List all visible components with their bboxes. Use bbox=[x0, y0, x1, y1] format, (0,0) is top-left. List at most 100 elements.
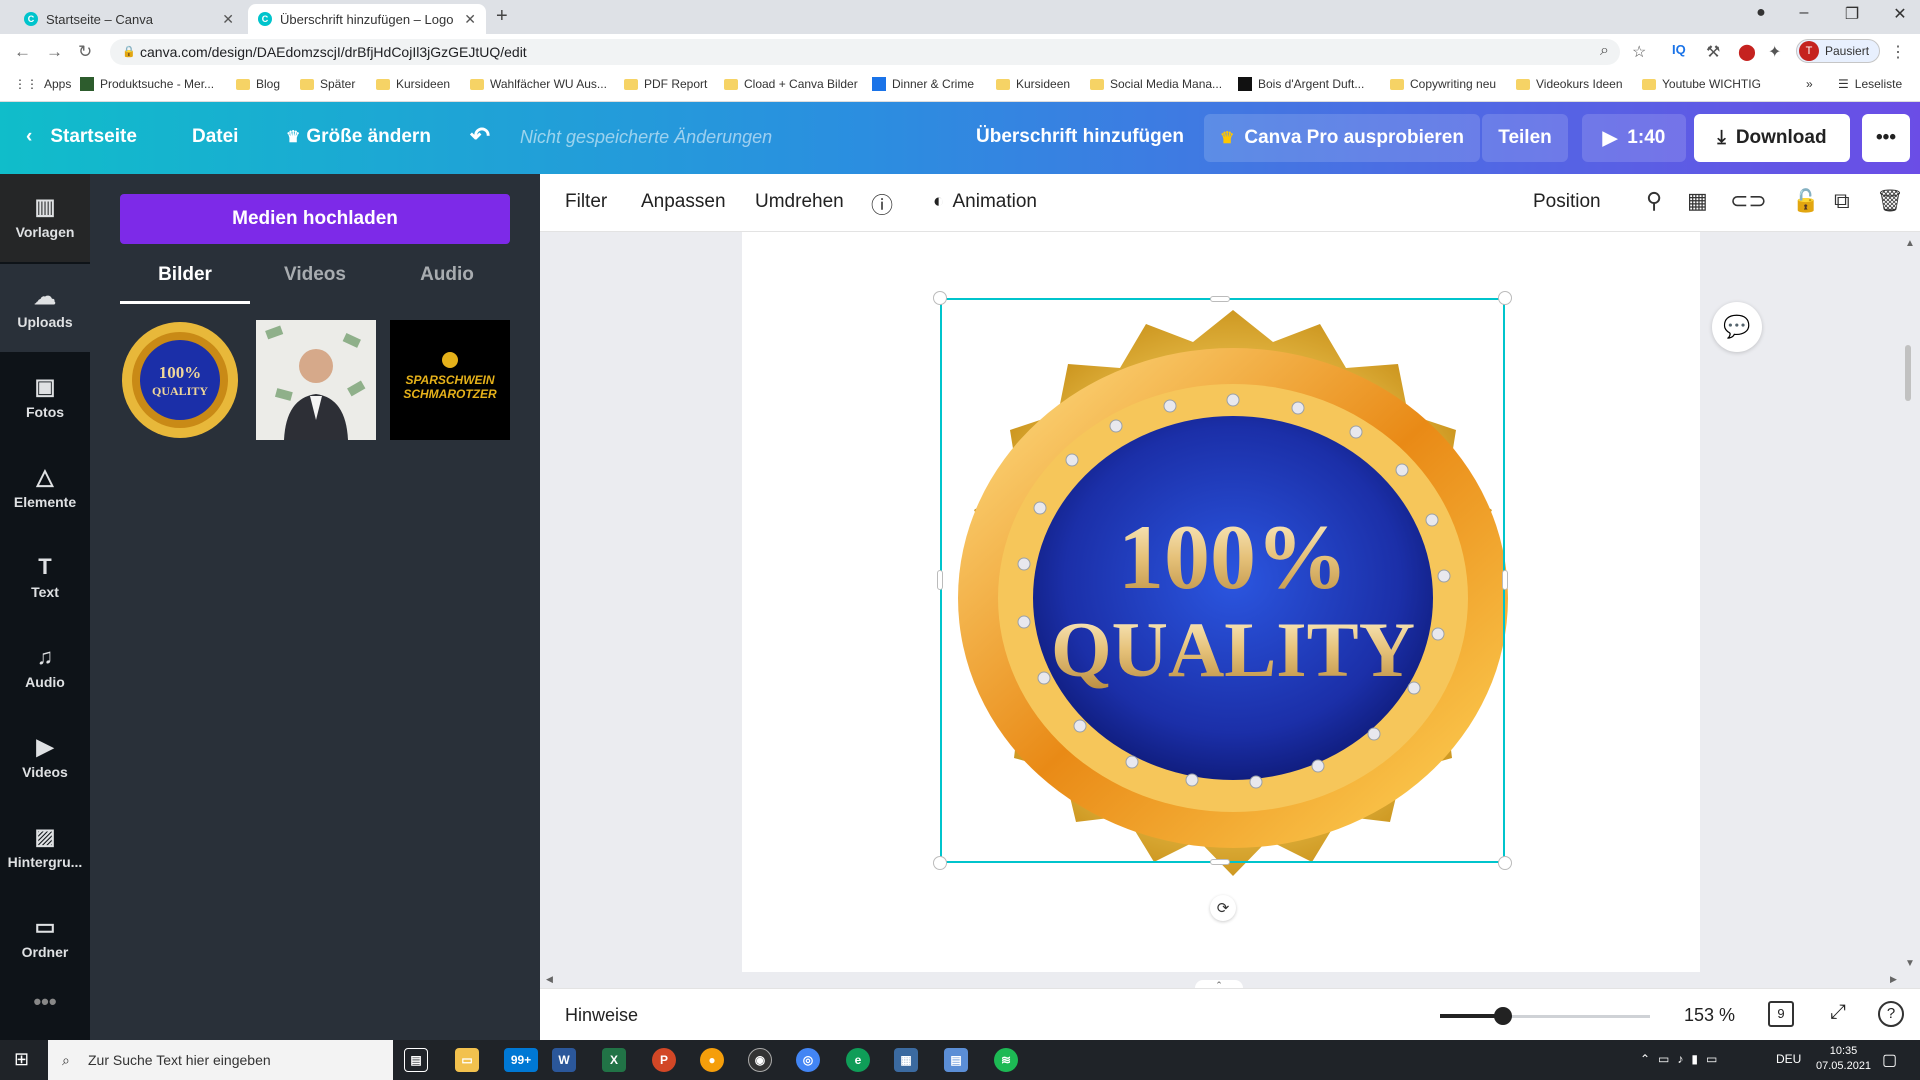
bookmark-item[interactable]: Produktsuche - Mer... bbox=[80, 77, 214, 91]
system-tray-icons[interactable]: ⌃▭♪▮▭ bbox=[1640, 1052, 1725, 1066]
bookmark-item[interactable]: Kursideen bbox=[996, 77, 1070, 91]
bookmark-item[interactable]: Blog bbox=[236, 77, 280, 91]
obs-icon[interactable]: ◉ bbox=[748, 1048, 772, 1072]
new-tab-icon[interactable]: + bbox=[496, 5, 508, 28]
profile-menu-icon[interactable]: ● bbox=[1741, 4, 1781, 22]
resize-handle-bottom-left[interactable] bbox=[933, 856, 947, 870]
undo-icon[interactable]: ↶ bbox=[470, 122, 490, 151]
reading-list[interactable]: ☰ Leseliste bbox=[1838, 77, 1902, 91]
home-link[interactable]: ‹ Startseite bbox=[26, 126, 137, 148]
try-pro-button[interactable]: ♛ Canva Pro ausprobieren bbox=[1204, 114, 1480, 162]
vertical-scrollbar[interactable] bbox=[1905, 345, 1911, 401]
animation-button[interactable]: ◐ Animation bbox=[933, 191, 1037, 213]
rail-item-ordner[interactable]: ▭ Ordner bbox=[0, 894, 90, 982]
page-count-button[interactable]: 9 bbox=[1768, 1001, 1794, 1027]
spotify-icon[interactable]: ≋ bbox=[994, 1048, 1018, 1072]
bookmark-item[interactable]: Videokurs Ideen bbox=[1516, 77, 1623, 91]
upload-media-button[interactable]: Medien hochladen bbox=[120, 194, 510, 244]
fullscreen-icon[interactable]: ⤢ bbox=[1830, 1001, 1846, 1024]
lock-icon[interactable]: 🔒 bbox=[122, 45, 136, 58]
browser-tab-startseite[interactable]: C Startseite – Canva ✕ bbox=[14, 4, 244, 34]
scroll-left-icon[interactable]: ◀ bbox=[546, 974, 553, 985]
resize-handle-top-left[interactable] bbox=[933, 291, 947, 305]
resize-button[interactable]: ♛ Größe ändern bbox=[286, 126, 431, 148]
rail-item-audio[interactable]: ♫ Audio bbox=[0, 624, 90, 712]
zoom-slider-knob[interactable] bbox=[1494, 1007, 1512, 1025]
zoom-icon[interactable]: ⌕ bbox=[1600, 42, 1609, 60]
reload-icon[interactable]: ↻ bbox=[78, 42, 92, 62]
flip-button[interactable]: Umdrehen bbox=[755, 191, 844, 213]
forward-icon[interactable]: → bbox=[46, 42, 63, 62]
bookmark-item[interactable]: Copywriting neu bbox=[1390, 77, 1496, 91]
position-button[interactable]: Position bbox=[1533, 191, 1601, 213]
upload-thumb-man-photo[interactable] bbox=[256, 320, 376, 440]
mail-icon[interactable]: 99+ bbox=[504, 1048, 538, 1072]
share-button[interactable]: Teilen bbox=[1482, 114, 1568, 162]
more-options-icon[interactable]: ••• bbox=[1862, 114, 1910, 162]
edge-icon[interactable]: e bbox=[846, 1048, 870, 1072]
powerpoint-icon[interactable]: P bbox=[652, 1048, 676, 1072]
selection-box[interactable] bbox=[940, 298, 1505, 863]
rail-item-elemente[interactable]: △ Elemente bbox=[0, 444, 90, 532]
more-apps-icon[interactable]: ••• bbox=[0, 974, 90, 1030]
extension-iq-icon[interactable]: IQ bbox=[1672, 42, 1686, 57]
bookmark-item[interactable]: Social Media Mana... bbox=[1090, 77, 1222, 91]
rail-item-uploads[interactable]: ☁ Uploads bbox=[0, 264, 90, 352]
rail-item-hintergrund[interactable]: ▨ Hintergru... bbox=[0, 804, 90, 892]
back-icon[interactable]: ← bbox=[14, 42, 31, 62]
task-view-icon[interactable]: ▤ bbox=[404, 1048, 428, 1072]
language-indicator[interactable]: DEU bbox=[1776, 1052, 1801, 1066]
word-icon[interactable]: W bbox=[552, 1048, 576, 1072]
adjust-button[interactable]: Anpassen bbox=[641, 191, 726, 213]
bookmark-item[interactable]: Cload + Canva Bilder bbox=[724, 77, 858, 91]
download-button[interactable]: ⤓ Download bbox=[1694, 114, 1850, 162]
resize-handle-top[interactable] bbox=[1210, 296, 1230, 302]
link-icon[interactable]: ⊂⊃ bbox=[1730, 188, 1767, 214]
taskbar-clock[interactable]: 10:35 07.05.2021 bbox=[1816, 1044, 1871, 1074]
bookmark-overflow-icon[interactable]: » bbox=[1806, 77, 1813, 91]
design-title[interactable]: Überschrift hinzufügen bbox=[976, 126, 1184, 148]
help-icon[interactable]: ? bbox=[1878, 1001, 1904, 1027]
present-button[interactable]: ▶ 1:40 bbox=[1582, 114, 1686, 162]
filter-button[interactable]: Filter bbox=[565, 191, 607, 213]
restore-icon[interactable]: ❐ bbox=[1832, 4, 1872, 24]
url-field[interactable]: canva.com/design/DAEdomzscjI/drBfjHdCojI… bbox=[110, 39, 1620, 65]
browser-menu-icon[interactable]: ⋮ bbox=[1890, 42, 1906, 62]
upload-thumb-sparschwein[interactable]: SPARSCHWEIN SCHMAROTZER bbox=[390, 320, 510, 440]
extensions-puzzle-icon[interactable]: ✦ bbox=[1768, 42, 1781, 62]
rail-item-fotos[interactable]: ▣ Fotos bbox=[0, 354, 90, 442]
bookmark-item[interactable]: Dinner & Crime bbox=[872, 77, 974, 91]
rail-item-videos[interactable]: ▶ Videos bbox=[0, 714, 90, 802]
resize-handle-bottom-right[interactable] bbox=[1498, 856, 1512, 870]
file-explorer-icon[interactable]: ▭ bbox=[455, 1048, 479, 1072]
info-icon[interactable]: ⓘ bbox=[871, 188, 893, 220]
window-close-icon[interactable]: ✕ bbox=[1880, 4, 1920, 24]
scroll-right-icon[interactable]: ▶ bbox=[1890, 974, 1897, 985]
expand-notes-icon[interactable]: ⌃ bbox=[1195, 980, 1243, 990]
resize-handle-right[interactable] bbox=[1502, 570, 1508, 590]
windows-start-icon[interactable]: ⊞ bbox=[14, 1049, 29, 1070]
extension-adblock-icon[interactable]: ⬤ bbox=[1738, 42, 1756, 62]
notepad-icon[interactable]: ▤ bbox=[944, 1048, 968, 1072]
minimize-icon[interactable]: – bbox=[1784, 4, 1824, 22]
zoom-level[interactable]: 153 % bbox=[1684, 1005, 1735, 1026]
browser-tab-logo[interactable]: C Überschrift hinzufügen – Logo ✕ bbox=[248, 4, 486, 34]
tab-audio[interactable]: Audio bbox=[382, 264, 512, 304]
extension-icon[interactable]: ⚒ bbox=[1706, 42, 1720, 62]
scroll-up-icon[interactable]: ▲ bbox=[1905, 238, 1915, 249]
rail-item-vorlagen[interactable]: ▥ Vorlagen bbox=[0, 174, 90, 262]
bookmark-item[interactable]: Youtube WICHTIG bbox=[1642, 77, 1761, 91]
profile-button[interactable]: T Pausiert bbox=[1796, 39, 1881, 63]
close-icon[interactable]: ✕ bbox=[222, 11, 234, 28]
bookmark-item[interactable]: Wahlfächer WU Aus... bbox=[470, 77, 607, 91]
paint-roller-icon[interactable]: ⚲ bbox=[1646, 188, 1662, 214]
tab-videos[interactable]: Videos bbox=[250, 264, 380, 304]
chrome-icon[interactable]: ◎ bbox=[796, 1048, 820, 1072]
app-window-icon[interactable]: ▦ bbox=[894, 1048, 918, 1072]
resize-handle-top-right[interactable] bbox=[1498, 291, 1512, 305]
notifications-icon[interactable]: ▢ bbox=[1882, 1050, 1897, 1070]
bookmark-item[interactable]: Später bbox=[300, 77, 355, 91]
rail-item-text[interactable]: T Text bbox=[0, 534, 90, 622]
resize-handle-left[interactable] bbox=[937, 570, 943, 590]
upload-thumb-quality-badge[interactable]: 100% QUALITY bbox=[120, 320, 240, 440]
